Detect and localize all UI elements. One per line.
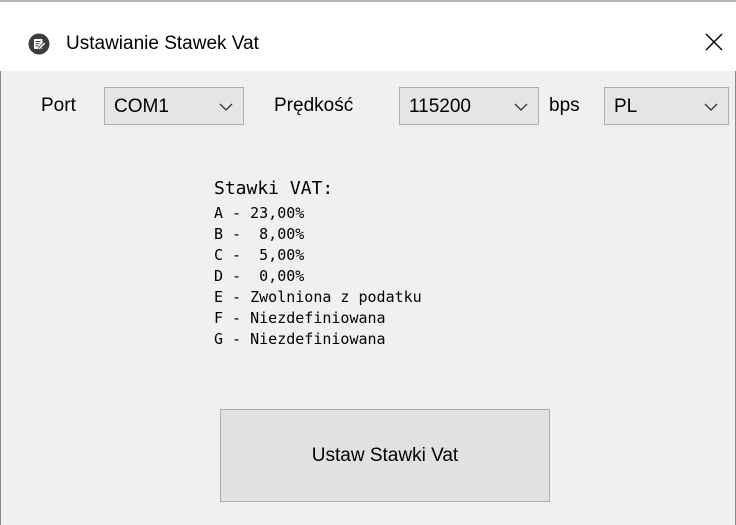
dialog-window: Ustawianie Stawek Vat Port COM1 Prędkość… [0, 0, 736, 525]
vat-rate-e: E - Zwolniona z podatku [214, 288, 422, 306]
chevron-down-icon [703, 100, 719, 112]
vat-rate-g: G - Niezdefiniowana [214, 330, 386, 348]
port-select-value: COM1 [114, 96, 169, 117]
vat-rate-f: F - Niezdefiniowana [214, 309, 386, 327]
vat-rate-d: D - 0,00% [214, 267, 305, 285]
speed-unit-label: bps [549, 95, 580, 116]
vat-rate-a: A - 23,00% [214, 204, 305, 222]
set-vat-rates-button[interactable]: Ustaw Stawki Vat [220, 409, 550, 502]
language-select[interactable]: PL [604, 87, 729, 125]
dialog-content: Port COM1 Prędkość 115200 bps PL Stawki … [0, 71, 736, 525]
language-select-value: PL [614, 96, 638, 117]
title-bar: Ustawianie Stawek Vat [0, 0, 736, 71]
speed-label: Prędkość [274, 95, 354, 116]
vat-rates-list: Stawki VAT: A - 23,00% B - 8,00% C - 5,0… [214, 177, 422, 350]
vat-heading: Stawki VAT: [214, 178, 334, 199]
speed-select[interactable]: 115200 [399, 87, 539, 125]
edit-document-icon [28, 33, 50, 55]
chevron-down-icon [218, 100, 234, 112]
close-button[interactable] [692, 20, 736, 68]
port-label: Port [41, 95, 76, 116]
speed-select-value: 115200 [409, 96, 471, 117]
vat-rate-b: B - 8,00% [214, 225, 305, 243]
set-vat-rates-button-label: Ustaw Stawki Vat [311, 444, 459, 466]
chevron-down-icon [513, 100, 529, 112]
vat-rate-c: C - 5,00% [214, 246, 305, 264]
window-title: Ustawianie Stawek Vat [66, 33, 259, 54]
close-icon [705, 33, 723, 56]
port-select[interactable]: COM1 [104, 87, 244, 125]
